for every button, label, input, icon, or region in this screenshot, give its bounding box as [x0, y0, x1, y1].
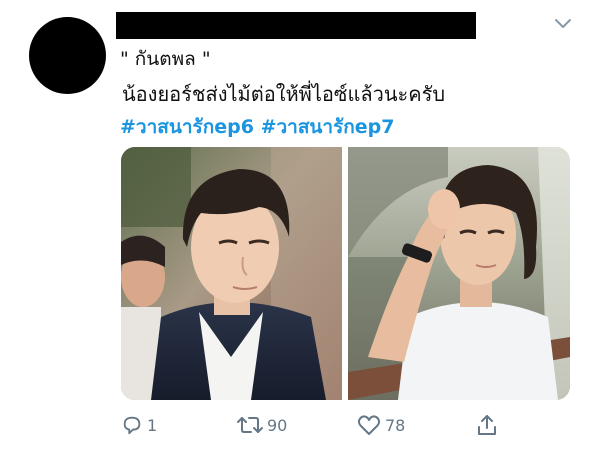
- share-icon: [476, 413, 498, 437]
- media-photo-right[interactable]: [348, 147, 570, 400]
- hashtag-link-ep6[interactable]: #วาสนารักep6: [120, 116, 254, 138]
- tweet-actions: 1 90 78: [0, 410, 600, 440]
- tweet-text-line-1: " กันตพล ": [120, 48, 211, 70]
- chevron-down-icon[interactable]: [552, 16, 574, 32]
- retweet-button[interactable]: 90: [237, 410, 287, 440]
- tweet-card: " กันตพล " น้องยอร์ชส่งไม้ต่อให้พี่ไอซ์แ…: [0, 0, 600, 452]
- retweet-icon: [237, 414, 263, 436]
- tweet-text-line-2: น้องยอร์ชส่งไม้ต่อให้พี่ไอซ์แล้วนะครับ: [122, 82, 446, 106]
- hashtag-link-ep7[interactable]: #วาสนารักep7: [261, 116, 395, 138]
- retweet-count: 90: [267, 415, 288, 435]
- media-photo-left[interactable]: [121, 147, 342, 400]
- share-button[interactable]: [476, 410, 498, 440]
- hashtag-row: #วาสนารักep6 #วาสนารักep7: [120, 112, 395, 142]
- reply-count: 1: [147, 415, 158, 435]
- avatar[interactable]: [29, 17, 106, 94]
- heart-icon: [357, 414, 381, 436]
- reply-icon: [121, 414, 143, 436]
- like-count: 78: [385, 415, 406, 435]
- redacted-username: [116, 12, 476, 39]
- media-gallery: [121, 147, 570, 400]
- reply-button[interactable]: 1: [121, 410, 157, 440]
- like-button[interactable]: 78: [357, 410, 405, 440]
